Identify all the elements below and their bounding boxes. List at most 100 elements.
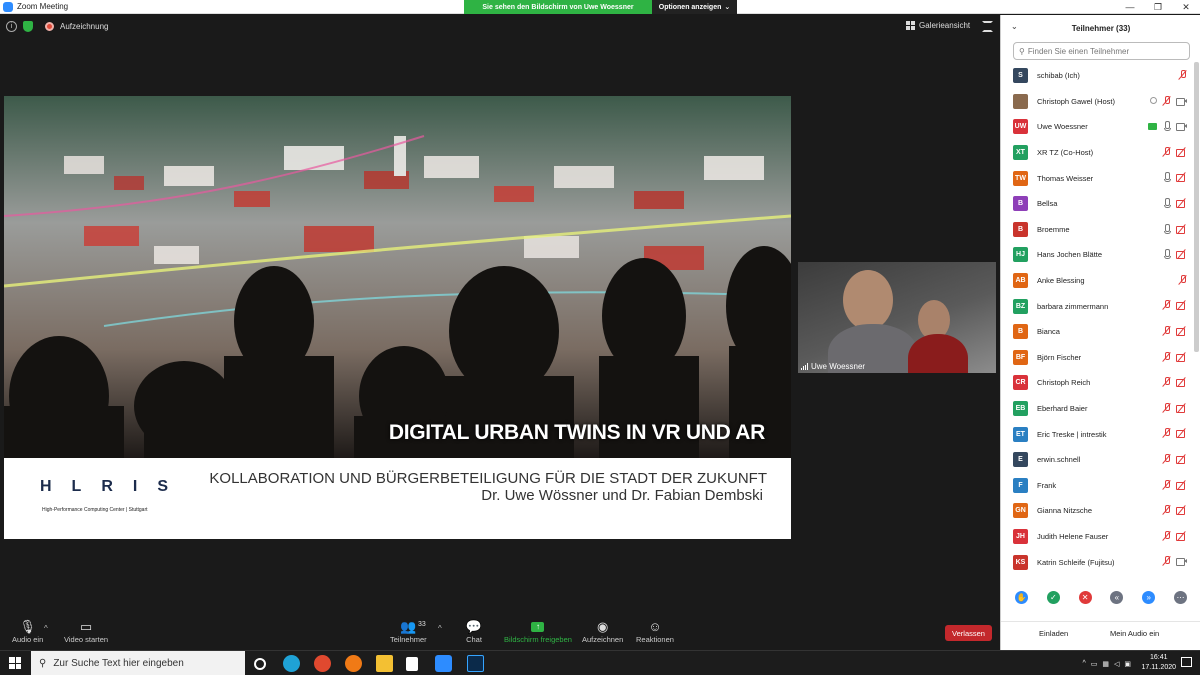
battery-icon[interactable]: ▭ xyxy=(1091,660,1098,668)
search-icon: ⚲ xyxy=(1019,46,1025,56)
windows-start-icon[interactable] xyxy=(9,657,21,669)
file-explorer-icon[interactable] xyxy=(376,655,393,672)
participants-panel-footer: Einladen Mein Audio ein xyxy=(1001,621,1200,645)
minimize-button[interactable]: — xyxy=(1116,0,1144,14)
participant-name: Björn Fischer xyxy=(1037,352,1082,362)
close-window-button[interactable]: ✕ xyxy=(1172,0,1200,14)
faster-icon[interactable]: » xyxy=(1142,591,1156,604)
avatar: JH xyxy=(1013,528,1028,544)
participant-row[interactable]: BF Björn Fischer xyxy=(1001,345,1193,371)
clock-time: 16:41 xyxy=(1149,654,1168,661)
camera-off-icon xyxy=(1176,455,1187,464)
participant-row[interactable]: BZ barbara zimmermann xyxy=(1001,293,1193,319)
record-button-label: Aufzeichnen xyxy=(582,635,624,644)
microphone-muted-icon xyxy=(1162,351,1171,362)
participant-name: erwin.schnell xyxy=(1037,455,1081,465)
participant-row[interactable]: B Bellsa xyxy=(1001,191,1193,217)
video-button[interactable]: ▭ Video starten xyxy=(64,618,108,645)
yes-icon[interactable]: ✓ xyxy=(1046,591,1060,604)
participant-name: schibab (Ich) xyxy=(1037,71,1080,81)
participant-row[interactable]: ET Eric Treske | intrestik xyxy=(1001,421,1193,447)
edge-browser-icon[interactable] xyxy=(283,655,300,672)
participant-name: Thomas Weisser xyxy=(1037,173,1094,183)
info-icon[interactable]: i xyxy=(6,21,17,32)
participant-row[interactable]: B Bianca xyxy=(1001,319,1193,345)
clock-date: 17.11.2020 xyxy=(1141,664,1176,671)
participant-search[interactable]: ⚲ xyxy=(1013,42,1190,60)
notification-center-icon[interactable] xyxy=(1181,657,1192,667)
avatar: E xyxy=(1013,452,1028,468)
avatar: GN xyxy=(1013,503,1028,519)
fullscreen-icon[interactable] xyxy=(982,21,993,32)
participant-row[interactable]: JH Judith Helene Fauser xyxy=(1001,524,1193,550)
taskbar-clock[interactable]: 16:41 17.11.2020 xyxy=(1141,653,1176,673)
participant-name: barbara zimmermann xyxy=(1037,301,1109,311)
audio-button[interactable]: 🎙 Audio ein xyxy=(12,618,43,645)
share-screen-icon: ↑ xyxy=(528,618,548,635)
participant-search-input[interactable] xyxy=(1027,46,1178,56)
microphone-muted-icon xyxy=(1162,453,1171,464)
audio-options-chevron-icon[interactable]: ^ xyxy=(44,624,48,633)
invite-button[interactable]: Einladen xyxy=(1039,629,1068,638)
person-silhouette xyxy=(843,270,893,330)
microphone-icon xyxy=(1162,121,1171,132)
smiley-icon: ☺ xyxy=(648,619,662,634)
gallery-view-button[interactable]: Galerieansicht xyxy=(906,21,970,30)
acrobat-icon[interactable] xyxy=(406,657,418,671)
participant-status-icons xyxy=(1162,556,1187,567)
record-button[interactable]: ◉ Aufzeichnen xyxy=(582,618,624,645)
microphone-muted-icon xyxy=(1162,95,1171,106)
more-icon[interactable]: ⋯ xyxy=(1173,591,1187,604)
participant-row[interactable]: EB Eberhard Baier xyxy=(1001,396,1193,422)
leave-meeting-button[interactable]: Verlassen xyxy=(945,625,992,641)
microphone-muted-icon xyxy=(1162,428,1171,438)
raise-hand-icon[interactable]: ✋ xyxy=(1015,591,1028,604)
recording-label: Aufzeichnung xyxy=(60,22,109,31)
slower-icon[interactable]: « xyxy=(1110,591,1124,604)
view-options-button[interactable]: Optionen anzeigen ⌄ xyxy=(652,0,737,14)
collapse-chevron-icon[interactable]: ⌄ xyxy=(1011,22,1018,31)
participant-name: Judith Helene Fauser xyxy=(1037,531,1109,541)
participant-status-icons xyxy=(1162,351,1187,362)
maximize-button[interactable]: ❐ xyxy=(1144,0,1172,14)
chrome-browser-icon[interactable] xyxy=(314,655,331,672)
participant-row[interactable]: CR Christoph Reich xyxy=(1001,370,1193,396)
participant-list-scrollbar[interactable] xyxy=(1194,62,1199,352)
participant-row[interactable]: GN Gianna Nitzsche xyxy=(1001,498,1193,524)
participant-status-icons xyxy=(1150,95,1187,106)
photoshop-icon[interactable] xyxy=(467,655,484,672)
zoom-taskbar-icon[interactable] xyxy=(435,655,452,672)
chat-button[interactable]: 💬 Chat xyxy=(464,618,484,645)
participant-row[interactable]: Christoph Gawel (Host) xyxy=(1001,89,1193,115)
shield-icon[interactable] xyxy=(23,21,33,32)
participant-row[interactable]: F Frank xyxy=(1001,473,1193,499)
keyboard-icon[interactable]: ▣ xyxy=(1124,660,1131,668)
participant-row[interactable]: UW Uwe Woessner xyxy=(1001,114,1193,140)
participant-row[interactable]: XT XR TZ (Co-Host) xyxy=(1001,140,1193,166)
avatar: B xyxy=(1013,221,1028,237)
reactions-button[interactable]: ☺ Reaktionen xyxy=(636,618,674,644)
microphone-icon xyxy=(1162,249,1171,260)
participant-row[interactable]: Eerwin.schnell xyxy=(1001,447,1193,473)
participant-row[interactable]: Sschibab (Ich) xyxy=(1001,63,1193,89)
microphone-muted-icon xyxy=(1162,377,1171,387)
participant-row[interactable]: AB Anke Blessing xyxy=(1001,268,1193,294)
speaker-video-tile[interactable]: Uwe Woessner xyxy=(798,262,996,373)
participant-row[interactable]: KS Katrin Schleife (Fujitsu) xyxy=(1001,549,1193,575)
chevron-up-icon[interactable]: ^ xyxy=(1082,660,1085,667)
task-view-icon[interactable] xyxy=(254,658,266,670)
network-icon[interactable]: ▦ xyxy=(1102,660,1109,668)
taskbar-search[interactable]: ⚲ Zur Suche Text hier eingeben xyxy=(31,651,245,675)
participant-name: Anke Blessing xyxy=(1037,276,1085,286)
participant-row[interactable]: TW Thomas Weisser xyxy=(1001,165,1193,191)
volume-icon[interactable]: ◁ xyxy=(1114,660,1119,668)
microphone-muted-icon xyxy=(1178,274,1187,285)
share-screen-button[interactable]: ↑ Bildschirm freigeben xyxy=(504,618,572,644)
participant-row[interactable]: HJ Hans Jochen Blätte xyxy=(1001,242,1193,268)
participant-row[interactable]: B Broemme xyxy=(1001,217,1193,243)
no-icon[interactable]: ✕ xyxy=(1078,591,1092,604)
unmute-me-button[interactable]: Mein Audio ein xyxy=(1110,629,1159,638)
firefox-browser-icon[interactable] xyxy=(345,655,362,672)
microphone-muted-icon xyxy=(1162,300,1171,310)
participants-options-chevron-icon[interactable]: ^ xyxy=(438,624,442,633)
